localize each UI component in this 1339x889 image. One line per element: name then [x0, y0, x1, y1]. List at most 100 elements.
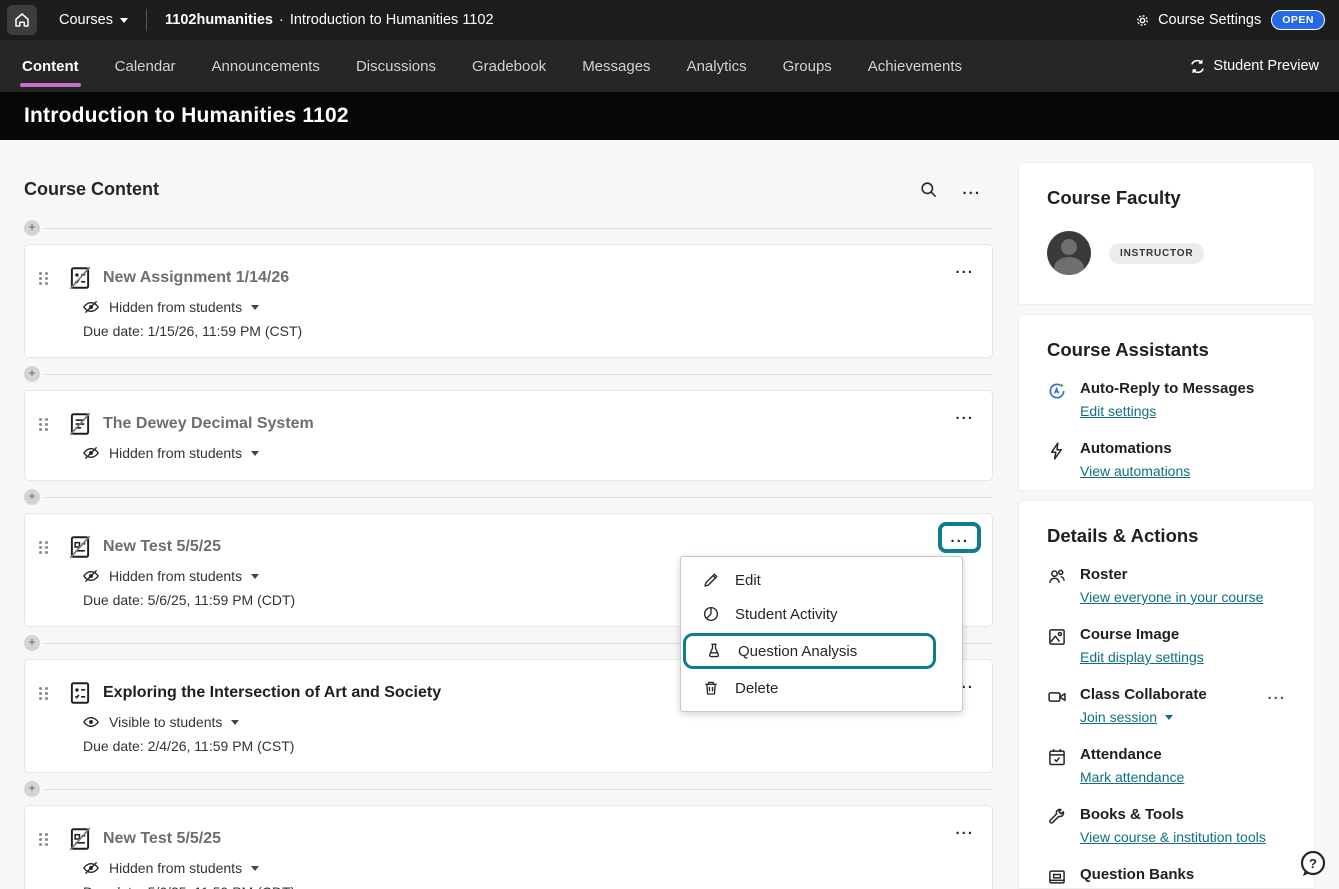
tab-groups[interactable]: Groups: [781, 42, 834, 91]
search-button[interactable]: [919, 180, 938, 199]
gear-icon: [1134, 12, 1151, 29]
trash-icon: [701, 679, 721, 697]
collaborate-overflow-menu-button[interactable]: ...: [1267, 687, 1286, 702]
tab-content[interactable]: Content: [20, 42, 81, 91]
detail-item-books-tools: Books & Tools View course & institution …: [1047, 806, 1286, 847]
item-title[interactable]: New Test 5/5/25: [103, 830, 221, 848]
ellipsis-icon: ...: [962, 182, 981, 197]
roster-link[interactable]: View everyone in your course: [1080, 589, 1263, 605]
home-button[interactable]: [7, 5, 37, 35]
course-content-heading: Course Content: [24, 179, 159, 200]
visibility-label: Visible to students: [109, 714, 222, 730]
item-title[interactable]: Exploring the Intersection of Art and So…: [103, 684, 441, 702]
tab-discussions[interactable]: Discussions: [354, 42, 438, 91]
breadcrumb-separator: ·: [279, 12, 284, 28]
visibility-label: Hidden from students: [109, 445, 242, 461]
topbar-divider: [146, 9, 147, 31]
breadcrumb: 1102humanities · Introduction to Humanit…: [165, 12, 494, 28]
join-session-link[interactable]: Join session: [1080, 709, 1157, 725]
ellipsis-icon: ...: [955, 406, 974, 423]
item-overflow-menu-button[interactable]: ...: [955, 261, 974, 276]
visibility-dropdown[interactable]: Hidden from students: [82, 298, 976, 316]
detail-item-title: Course Image: [1080, 626, 1286, 643]
visibility-dropdown[interactable]: Hidden from students: [82, 444, 976, 462]
menu-item-edit[interactable]: Edit: [681, 563, 962, 597]
course-image-link[interactable]: Edit display settings: [1080, 649, 1204, 665]
course-content-area: Course Content ... +: [24, 166, 993, 889]
item-overflow-menu-button[interactable]: ...: [955, 822, 974, 837]
detail-item-question-banks: Question Banks Manage banks: [1047, 866, 1286, 889]
item-overflow-menu-button-active[interactable]: ...: [938, 522, 981, 553]
drag-handle-icon[interactable]: [39, 541, 51, 554]
tab-announcements[interactable]: Announcements: [210, 42, 322, 91]
divider-line: [44, 374, 993, 375]
assistant-item-title: Automations: [1080, 440, 1286, 457]
help-button[interactable]: ?: [1298, 849, 1328, 879]
tab-gradebook[interactable]: Gradebook: [470, 42, 548, 91]
item-overflow-menu-button[interactable]: ...: [955, 407, 974, 422]
content-item-dewey-decimal: The Dewey Decimal System Hidden from stu…: [24, 390, 993, 481]
calendar-check-icon: [1047, 746, 1069, 787]
page-title-band: Introduction to Humanities 1102: [0, 92, 1339, 140]
help-question-icon: ?: [1298, 849, 1328, 879]
tab-analytics[interactable]: Analytics: [685, 42, 749, 91]
content-overflow-menu-button[interactable]: ...: [962, 182, 981, 197]
home-icon: [13, 11, 31, 29]
image-icon: [1047, 626, 1069, 667]
document-icon: [67, 411, 93, 437]
ellipsis-icon: ...: [950, 529, 969, 546]
tab-messages[interactable]: Messages: [580, 42, 652, 91]
roster-people-icon: [1047, 566, 1069, 607]
tab-calendar[interactable]: Calendar: [113, 42, 178, 91]
content-item-new-assignment: New Assignment 1/14/26 Hidden from stude…: [24, 244, 993, 358]
add-content-button[interactable]: +: [24, 781, 40, 797]
tab-achievements[interactable]: Achievements: [866, 42, 964, 91]
menu-item-student-activity[interactable]: Student Activity: [681, 597, 962, 631]
instructor-avatar[interactable]: [1047, 231, 1091, 275]
add-content-button[interactable]: +: [24, 366, 40, 382]
drag-handle-icon[interactable]: [39, 272, 51, 285]
course-settings-label: Course Settings: [1158, 12, 1261, 28]
student-preview-button[interactable]: Student Preview: [1189, 58, 1319, 75]
courses-menu-button[interactable]: Courses: [59, 12, 128, 28]
visibility-label: Hidden from students: [109, 860, 242, 876]
item-title[interactable]: New Test 5/5/25: [103, 538, 221, 556]
caret-down-icon[interactable]: [1165, 715, 1173, 720]
drag-handle-icon[interactable]: [39, 418, 51, 431]
view-automations-link[interactable]: View automations: [1080, 463, 1190, 479]
test-icon: [67, 826, 93, 852]
course-settings-button[interactable]: Course Settings: [1134, 12, 1261, 29]
drag-handle-icon[interactable]: [39, 833, 51, 846]
add-content-divider: +: [24, 489, 993, 505]
assistant-item-automations: Automations View automations: [1047, 440, 1286, 481]
detail-item-title: Class Collaborate: [1080, 686, 1207, 703]
add-content-button[interactable]: +: [24, 220, 40, 236]
add-content-divider: +: [24, 366, 993, 382]
course-assistants-panel: Course Assistants Auto-Reply to Messages…: [1018, 314, 1315, 491]
item-title[interactable]: The Dewey Decimal System: [103, 415, 314, 433]
drag-handle-icon[interactable]: [39, 687, 51, 700]
course-sidebar: Course Faculty INSTRUCTOR Course Assista…: [1018, 162, 1315, 889]
flask-icon: [704, 642, 724, 660]
search-icon: [919, 180, 938, 199]
attendance-link[interactable]: Mark attendance: [1080, 769, 1184, 785]
video-camera-icon: [1047, 686, 1069, 727]
courses-label: Courses: [59, 12, 113, 28]
eye-slash-icon: [82, 298, 100, 316]
books-tools-link[interactable]: View course & institution tools: [1080, 829, 1266, 845]
caret-down-icon: [251, 866, 259, 871]
add-content-button[interactable]: +: [24, 635, 40, 651]
open-status-badge[interactable]: OPEN: [1271, 10, 1325, 30]
item-title[interactable]: New Assignment 1/14/26: [103, 269, 289, 287]
edit-settings-link[interactable]: Edit settings: [1080, 403, 1156, 419]
pie-chart-icon: [701, 605, 721, 623]
detail-item-title: Roster: [1080, 566, 1286, 583]
add-content-button[interactable]: +: [24, 489, 40, 505]
pencil-icon: [701, 571, 721, 589]
menu-item-delete[interactable]: Delete: [681, 671, 962, 705]
visibility-dropdown[interactable]: Hidden from students: [82, 859, 976, 877]
content-item-new-test-2: New Test 5/5/25 Hidden from students Due…: [24, 805, 993, 889]
menu-item-question-analysis[interactable]: Question Analysis: [683, 633, 936, 669]
visibility-dropdown[interactable]: Visible to students: [82, 713, 976, 731]
caret-down-icon: [231, 720, 239, 725]
